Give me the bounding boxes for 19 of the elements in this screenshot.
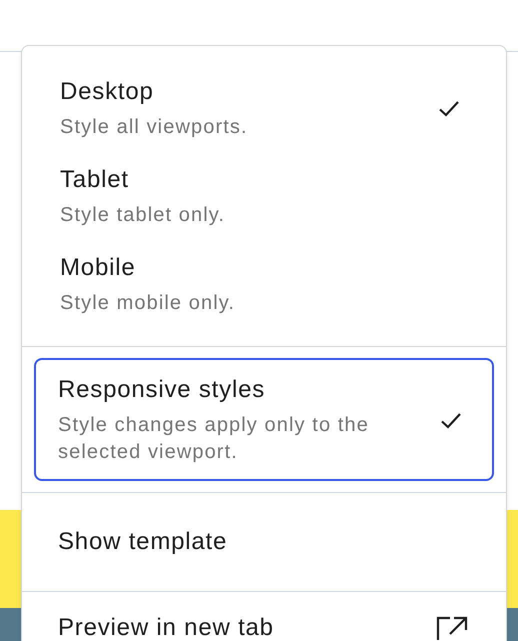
item-label: Mobile (60, 253, 136, 283)
external-link-icon (436, 616, 468, 640)
menu-item-focused[interactable]: Responsive styles Style changes apply only to the selected viewport. (34, 358, 494, 481)
item-label: Desktop (60, 77, 155, 107)
item-description: Style mobile only. (60, 291, 236, 316)
menu-item[interactable]: Desktop Style all viewports. (22, 65, 506, 153)
item-label: Responsive styles (58, 375, 266, 405)
item-label: Tablet (60, 165, 130, 195)
menu-item[interactable]: Preview in new tab (22, 592, 506, 641)
checkmark-icon (438, 100, 460, 118)
item-description: Style changes apply only to the selected viewport. (58, 413, 370, 465)
item-description: Style tablet only. (60, 203, 226, 228)
item-description: Style all viewports. (60, 115, 248, 140)
item-label: Show template (58, 527, 228, 557)
menu-item[interactable]: Mobile Style mobile only. (22, 241, 506, 329)
checkmark-icon (440, 412, 462, 430)
item-label: Preview in new tab (58, 614, 274, 641)
menu-item[interactable]: Show template (22, 493, 506, 591)
menu-item[interactable]: Tablet Style tablet only. (22, 153, 506, 241)
